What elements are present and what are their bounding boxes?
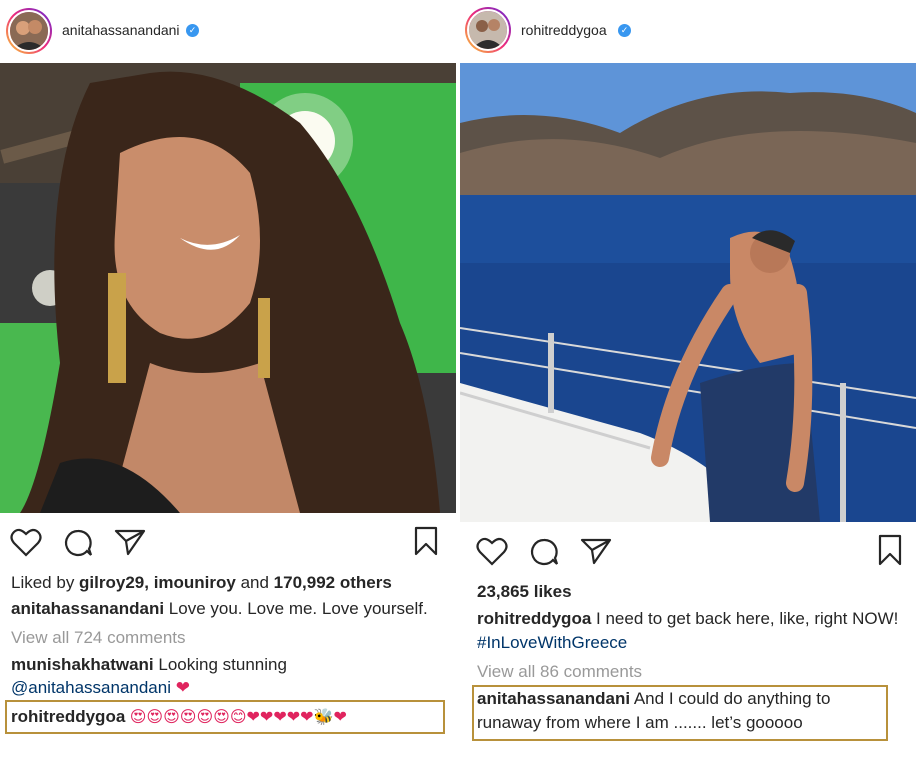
save-bookmark-icon[interactable] [414,526,438,556]
likes-line: Liked by gilroy29, imouniroy and 170,992… [11,573,392,593]
post-header: anitahassanandani ✓ [0,0,456,63]
post-left: anitahassanandani ✓ Liked by gilroy29, i… [0,0,456,760]
comment-icon[interactable] [529,537,559,567]
caption-username[interactable]: rohitreddygoa [477,609,591,628]
comment-username[interactable]: rohitreddygoa [11,707,125,726]
highlighted-comment: anitahassanandani And I could do anythin… [477,689,830,709]
like-heart-icon[interactable] [10,528,42,558]
post-photo[interactable] [460,63,916,522]
post-header: rohitreddygoa ✓ [460,0,916,63]
caption-username[interactable]: anitahassanandani [11,599,164,618]
liked-by-users[interactable]: gilroy29, imouniroy [79,573,236,592]
comment-text: And I could do anything to [630,689,831,708]
post-photo[interactable] [0,63,456,513]
verified-badge-icon: ✓ [618,24,631,37]
post-right: rohitreddygoa ✓ 23,865 likes rohitreddyg… [460,0,916,760]
mention-link[interactable]: @anitahassanandani [11,678,171,697]
like-heart-icon[interactable] [476,537,508,567]
caption-text: Love you. Love me. Love yourself. [164,599,428,618]
comment: munishakhatwani Looking stunning [11,655,287,675]
highlighted-comment: rohitreddygoa 😍😍😍😍😍😍😊❤❤❤❤❤🐝❤ [11,707,347,727]
avatar[interactable] [465,7,511,53]
view-all-comments-link[interactable]: View all 724 comments [11,628,186,648]
comment-username[interactable]: munishakhatwani [11,655,154,674]
comment-emojis: 😍😍😍😍😍😍😊❤❤❤❤❤🐝❤ [125,709,347,726]
caption: rohitreddygoa I need to get back here, l… [477,609,898,629]
comment-username[interactable]: anitahassanandani [477,689,630,708]
comment-text-line2: runaway from where I am ....... let’s go… [477,713,803,732]
save-bookmark-icon[interactable] [878,534,902,566]
likes-count[interactable]: 170,992 others [274,573,392,592]
verified-badge-icon: ✓ [186,24,199,37]
caption-text: I need to get back here, like, right NOW… [591,609,899,628]
share-icon[interactable] [580,537,612,565]
likes-and: and [235,573,274,592]
likes-prefix: Liked by [11,573,80,592]
comment-icon[interactable] [63,528,93,558]
avatar[interactable] [6,8,52,54]
likes-count[interactable]: 23,865 likes [477,582,572,602]
caption: anitahassanandani Love you. Love me. Lov… [11,599,428,619]
hashtag-link[interactable]: #InLoveWithGreece [477,633,627,653]
heart-emoji: ❤ [171,678,190,697]
comment-continued: @anitahassanandani ❤ [11,678,190,698]
comment-text: Looking stunning [153,655,287,674]
post-username[interactable]: rohitreddygoa [521,22,607,38]
share-icon[interactable] [114,528,146,556]
view-all-comments-link[interactable]: View all 86 comments [477,662,642,682]
post-username[interactable]: anitahassanandani [62,22,180,38]
